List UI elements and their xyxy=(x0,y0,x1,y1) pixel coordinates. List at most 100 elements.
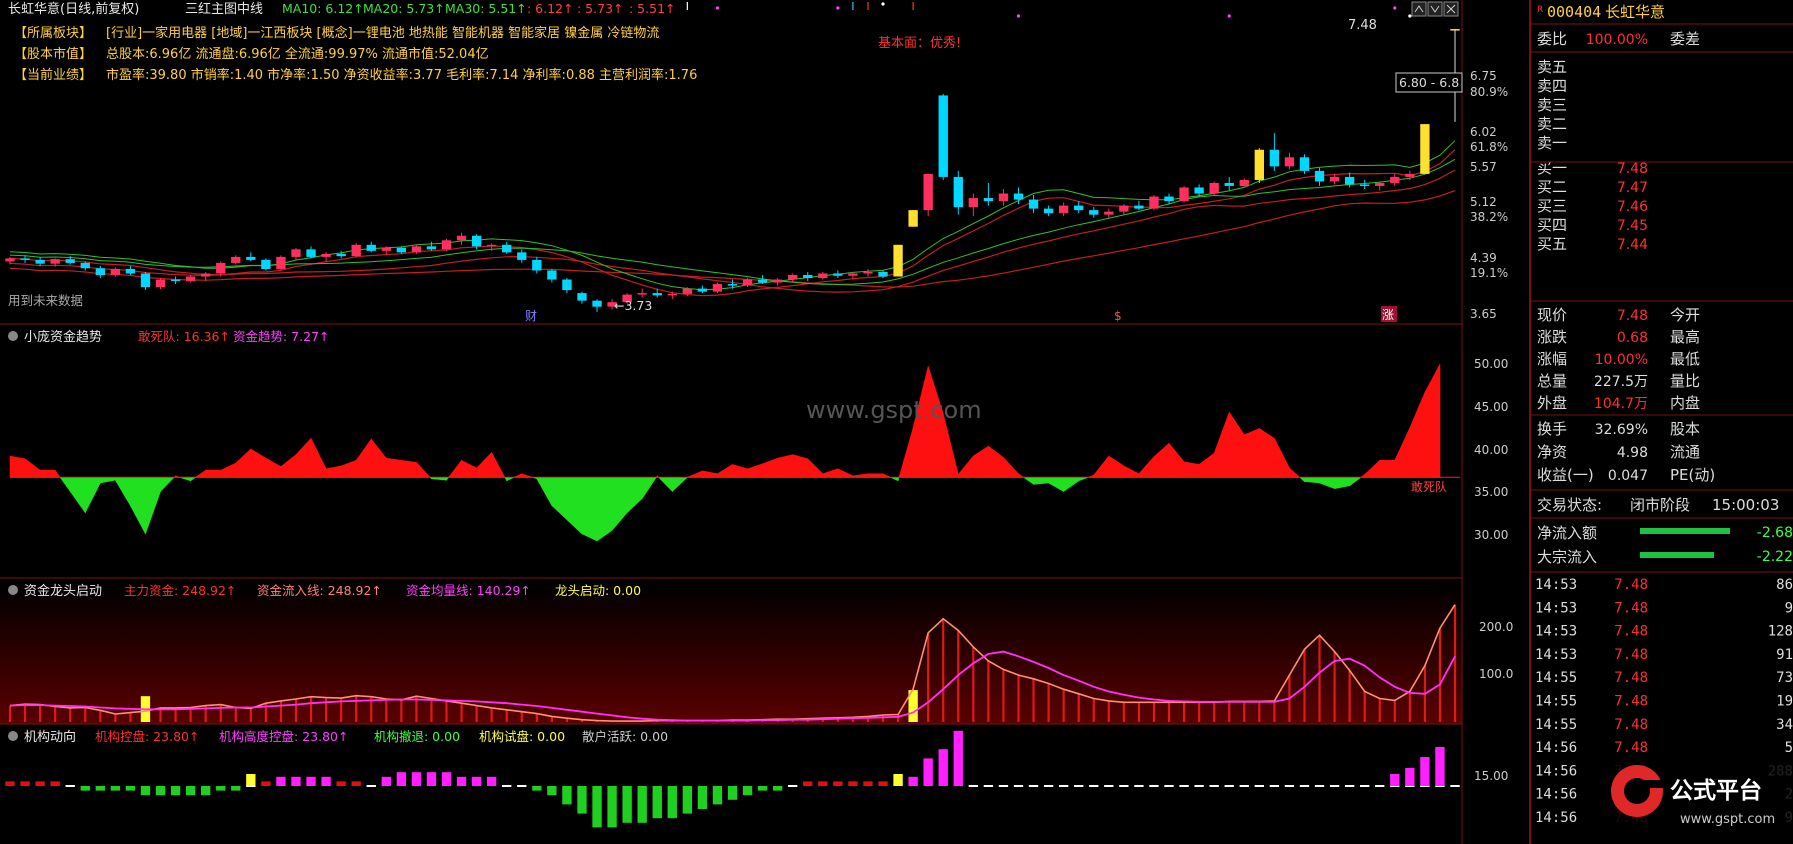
tick-volume: 34 xyxy=(1776,717,1793,733)
panel3-toggle-icon[interactable] xyxy=(8,585,18,595)
trend-area-segment xyxy=(1243,428,1260,478)
signal-dot xyxy=(1227,14,1231,18)
panel2-tick: 45.00 xyxy=(1474,400,1508,414)
block-inflow-bar xyxy=(1640,552,1714,558)
red-line2-label: : 5.73↑ xyxy=(577,1,624,16)
candle xyxy=(426,246,437,250)
scroll-down-button[interactable] xyxy=(1427,1,1443,17)
candle xyxy=(712,284,723,292)
inst-control-bar xyxy=(953,730,963,786)
candle xyxy=(863,271,873,274)
panel2-toggle-icon[interactable] xyxy=(8,331,18,341)
candle xyxy=(1028,199,1039,209)
candle xyxy=(1314,170,1325,182)
tick-time: 14:55 xyxy=(1535,670,1577,686)
scroll-up-button[interactable] xyxy=(1411,1,1427,17)
candle xyxy=(216,262,226,274)
candle xyxy=(1209,182,1219,194)
stat-value: 4.98 xyxy=(1617,445,1648,461)
pct-tick: 38.2% xyxy=(1470,210,1508,224)
buy-level-label: 买四 xyxy=(1537,216,1567,234)
inst-control-bar xyxy=(35,781,45,786)
candle xyxy=(577,293,587,301)
tick-price: 7.48 xyxy=(1614,624,1648,640)
candle xyxy=(396,247,407,253)
buy-level-label: 买三 xyxy=(1537,197,1567,215)
candle xyxy=(803,274,813,279)
panel3-tick: 100.0 xyxy=(1479,667,1513,681)
candle xyxy=(878,271,888,277)
candle xyxy=(471,235,482,247)
panel3-item-inflow: 资金流入线: 248.92↑ xyxy=(257,583,382,598)
inst-high-control-bar xyxy=(1405,768,1415,786)
candle xyxy=(1269,149,1280,167)
price-tick: 5.57 xyxy=(1470,160,1497,174)
tick-time: 14:53 xyxy=(1535,600,1577,616)
inst-high-control-bar xyxy=(1390,774,1400,786)
stat-label: 总量 xyxy=(1537,372,1567,390)
inst-retreat-bar xyxy=(562,786,572,805)
inst-retreat-bar xyxy=(231,786,241,791)
tick-volume: 86 xyxy=(1776,577,1793,593)
inst-control-bar xyxy=(487,776,497,786)
candle xyxy=(110,268,121,275)
trend-area-segment xyxy=(205,469,222,478)
candle xyxy=(456,235,467,241)
candle xyxy=(261,259,271,269)
fundamental-note: 基本面：优秀! xyxy=(878,36,961,51)
candle xyxy=(276,256,286,269)
candle xyxy=(441,240,452,250)
candle xyxy=(1224,182,1234,186)
stat-label-2: 最高 xyxy=(1670,328,1700,346)
sell-level-label: 卖二 xyxy=(1537,115,1567,133)
stat-label: 现价 xyxy=(1537,306,1567,324)
trend-area-segment xyxy=(401,459,417,478)
candle xyxy=(291,249,301,257)
tick-price: 7.48 xyxy=(1614,600,1648,616)
panel4-item-high-control: 机构高度控盘: 23.80↑ xyxy=(219,729,348,744)
net-inflow-label: 净流入额 xyxy=(1537,524,1597,542)
limit-up-marker: 涨 xyxy=(1382,307,1394,322)
inst-control-bar xyxy=(291,776,301,786)
panel4-item-test: 机构试盘: 0.00 xyxy=(479,729,565,744)
red-line1-label: : 6.12↑ xyxy=(527,1,574,16)
stat-value: 10.00% xyxy=(1595,352,1648,368)
signal-dot xyxy=(881,2,885,6)
candle xyxy=(1299,157,1310,171)
inst-retreat-bar xyxy=(532,786,542,791)
stat-label: 净资 xyxy=(1537,443,1567,461)
inst-control-bar xyxy=(5,781,15,786)
buy-level-label: 买二 xyxy=(1537,178,1567,196)
logo-text: 公式平台 xyxy=(1670,777,1762,804)
inst-retreat-bar xyxy=(80,786,90,791)
inst-high-control-bar xyxy=(1420,757,1430,786)
inst-retreat-bar xyxy=(622,786,632,823)
trend-area-segment xyxy=(1183,461,1200,478)
candle xyxy=(381,247,391,251)
inst-retreat-bar xyxy=(95,786,105,791)
candle xyxy=(968,198,978,208)
buy-level-price: 7.46 xyxy=(1617,199,1648,215)
range-label: 6.80 - 6.8 xyxy=(1399,75,1459,90)
panel4-toggle-icon[interactable] xyxy=(8,731,18,741)
panel2-item-gansidui: 敢死队: 16.36↑ xyxy=(138,329,230,344)
stat-value: 32.69% xyxy=(1595,422,1648,438)
candle xyxy=(833,273,843,276)
stat-label: 收益(一) xyxy=(1537,466,1594,484)
performance-tag: 【当前业绩】 xyxy=(14,67,92,83)
inst-control-bar xyxy=(261,781,271,786)
candle xyxy=(502,244,512,253)
inst-retreat-bar xyxy=(667,786,677,819)
inst-retreat-bar xyxy=(592,786,602,828)
trade-time: 15:00:03 xyxy=(1712,496,1779,514)
inst-retreat-bar xyxy=(547,786,557,796)
candle xyxy=(65,259,75,263)
buy-level-label: 买五 xyxy=(1537,235,1567,253)
candle xyxy=(697,288,708,292)
high-price-label: 7.48 xyxy=(1348,18,1377,33)
equity-tag: 【股本市值】 xyxy=(14,46,92,62)
low-price-label: ←3.73 xyxy=(614,298,652,313)
candle xyxy=(306,249,316,257)
inst-control-bar xyxy=(321,776,331,786)
candle xyxy=(155,279,166,288)
